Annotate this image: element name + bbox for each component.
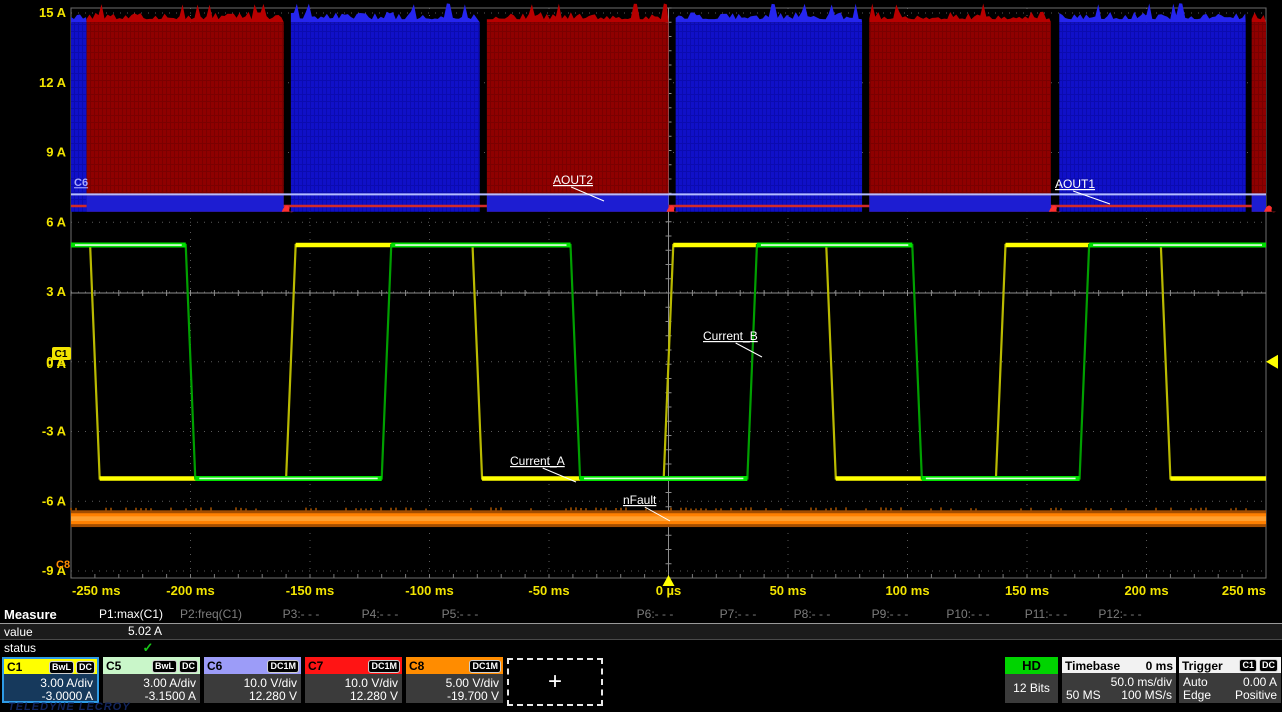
trace-label-current_a: Current_A [510, 454, 565, 468]
channel-badge-bwl: BwL [152, 660, 177, 673]
channel-badge-dc: DC [179, 660, 198, 673]
channel-offset: 12.280 V [308, 689, 398, 703]
waveform-display: 15 A12 A9 A6 A3 A0 A-3 A-6 A-9 A-250 ms-… [0, 0, 1282, 604]
add-trace-button[interactable]: + [507, 658, 603, 706]
svg-text:0 A: 0 A [46, 356, 66, 371]
channel-name: C1 [7, 660, 22, 674]
channel-header-c5: C5 BwLDC [103, 657, 200, 674]
trace-label-current_b: Current_B [703, 329, 758, 343]
svg-text:-150 ms: -150 ms [286, 583, 334, 598]
svg-text:6 A: 6 A [46, 214, 66, 229]
channel-badge-bwl: BwL [49, 661, 74, 674]
svg-text:-6 A: -6 A [42, 493, 67, 508]
trigger-title: Trigger [1182, 659, 1223, 673]
svg-text:50 ms: 50 ms [770, 583, 807, 598]
svg-text:12 A: 12 A [39, 75, 67, 90]
timebase-title: Timebase [1065, 659, 1120, 673]
svg-text:15 A: 15 A [39, 5, 67, 20]
timebase-sample-line: 50 MS 100 MS/s [1062, 688, 1176, 702]
svg-text:-3 A: -3 A [42, 424, 67, 439]
trigger-coupling-badge: DC [1259, 659, 1278, 672]
channel-descriptor-c5[interactable]: C5BwLDC3.00 A/div-3.1500 A [103, 657, 200, 703]
svg-text:200 ms: 200 ms [1124, 583, 1168, 598]
channel-badge-dc1m: DC1M [267, 660, 299, 673]
channel-descriptor-c1[interactable]: C1BwLDC3.00 A/div-3.0000 A [2, 657, 99, 703]
channel-header-c1: C1 BwLDC [4, 659, 97, 674]
svg-text:-200 ms: -200 ms [166, 583, 214, 598]
trigger-type: Edge [1183, 688, 1211, 702]
svg-text:9 A: 9 A [46, 145, 66, 160]
measure-column-p5[interactable]: P5:- - - [400, 607, 520, 621]
channel-name: C7 [308, 659, 323, 673]
measure-header-row: Measure P1:max(C1)P2:freq(C1)P3:- - -P4:… [0, 606, 1282, 622]
svg-text:100 ms: 100 ms [885, 583, 929, 598]
trace-label-nfault: nFault [623, 493, 657, 507]
channel-descriptor-c7[interactable]: C7 DC1M 10.0 V/div12.280 V [305, 657, 402, 703]
timebase-samples: 50 MS [1066, 688, 1101, 702]
trigger-mode: Auto [1183, 675, 1208, 689]
channel-scale: 10.0 V/div [308, 676, 398, 690]
channel-scale: 5.00 V/div [409, 676, 499, 690]
measure-table: Measure P1:max(C1)P2:freq(C1)P3:- - -P4:… [0, 606, 1282, 656]
svg-text:150 ms: 150 ms [1005, 583, 1049, 598]
channel-offset: 12.280 V [207, 689, 297, 703]
channel-name: C8 [409, 659, 424, 673]
hd-mode-box[interactable]: HD 12 Bits [1005, 657, 1058, 703]
timebase-box[interactable]: Timebase 0 ms 50.0 ms/div 50 MS 100 MS/s [1062, 657, 1176, 703]
channel-scale: 3.00 A/div [3, 676, 93, 690]
channel-header-c6: C6 DC1M [204, 657, 301, 674]
channel-header-c7: C7 DC1M [305, 657, 402, 674]
trigger-level: 0.00 A [1243, 675, 1277, 689]
trigger-header: Trigger C1 DC [1179, 657, 1281, 673]
channel-scale: 3.00 A/div [106, 676, 196, 690]
status-check-icon: ✓ [134, 640, 162, 656]
channel-descriptor-c6[interactable]: C6 DC1M 10.0 V/div12.280 V [204, 657, 301, 703]
svg-text:-100 ms: -100 ms [405, 583, 453, 598]
trigger-slope: Positive [1235, 688, 1277, 702]
measure-status-row-label: status [4, 641, 36, 655]
channel-scale: 10.0 V/div [207, 676, 297, 690]
trigger-source-badge: C1 [1239, 659, 1257, 672]
svg-text:-250 ms: -250 ms [72, 583, 120, 598]
brand-logo: TELEDYNE LECROY [8, 701, 131, 712]
channel-offset: -19.700 V [409, 689, 499, 703]
measure-value-row: value 5.02 A [0, 623, 1282, 640]
svg-text:-50 ms: -50 ms [528, 583, 569, 598]
timebase-scale-line: 50.0 ms/div [1062, 675, 1176, 689]
c8-position-marker: C8 [56, 559, 70, 571]
c6-position-marker: C6 [74, 177, 88, 189]
trace-labels: AOUT2 AOUT1 Current_B Current_A nFault [510, 173, 1110, 521]
aout-pwm-blocks [71, 3, 1276, 212]
measure-column-p12[interactable]: P12:- - - [1060, 607, 1180, 621]
timebase-header: Timebase 0 ms [1062, 657, 1176, 673]
trace-label-aout2: AOUT2 [553, 173, 593, 187]
channel-name: C6 [207, 659, 222, 673]
svg-text:250 ms: 250 ms [1222, 583, 1266, 598]
channel-badge-dc: DC [76, 661, 95, 674]
trigger-mode-line: Auto 0.00 A [1179, 675, 1281, 689]
channel-badge-dc1m: DC1M [368, 660, 400, 673]
measure-status-row: status ✓ [0, 640, 1282, 656]
trigger-time-marker [663, 575, 675, 586]
hd-badge: HD [1005, 657, 1058, 674]
trigger-box[interactable]: Trigger C1 DC Auto 0.00 A Edge Positive [1179, 657, 1281, 703]
timebase-rate: 100 MS/s [1121, 688, 1172, 702]
plus-icon: + [548, 668, 562, 696]
timebase-scale: 50.0 ms/div [1111, 675, 1172, 689]
channel-descriptor-c8[interactable]: C8 DC1M 5.00 V/div-19.700 V [406, 657, 503, 703]
trigger-level-marker [1266, 355, 1278, 369]
timebase-offset: 0 ms [1146, 659, 1173, 673]
hd-bits-label: 12 Bits [1005, 674, 1058, 703]
channel-name: C5 [106, 659, 121, 673]
channel-header-c8: C8 DC1M [406, 657, 503, 674]
svg-text:3 A: 3 A [46, 284, 66, 299]
oscilloscope-app: 15 A12 A9 A6 A3 A0 A-3 A-6 A-9 A-250 ms-… [0, 0, 1282, 712]
channel-badge-dc1m: DC1M [469, 660, 501, 673]
measure-value-row-label: value [4, 625, 33, 639]
measure-title: Measure [4, 607, 57, 622]
trace-label-aout1: AOUT1 [1055, 177, 1095, 191]
measure-p1-value: 5.02 A [60, 624, 162, 638]
trigger-type-line: Edge Positive [1179, 688, 1281, 702]
